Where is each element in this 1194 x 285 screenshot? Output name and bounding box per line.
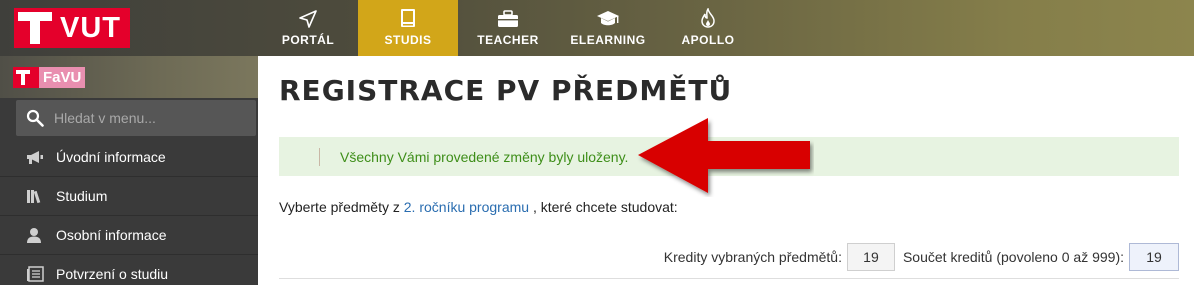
document-icon <box>26 265 46 283</box>
sidebar-item-label: Potvrzení o studiu <box>56 266 169 282</box>
nav-item-label: APOLLO <box>681 33 735 47</box>
megaphone-icon <box>26 148 46 166</box>
send-icon <box>299 6 317 28</box>
selected-credits-label: Kredity vybraných předmětů: <box>663 249 842 265</box>
graduation-cap-icon <box>596 6 620 28</box>
books-icon <box>26 187 46 205</box>
intro-after: , které chcete studovat: <box>529 199 678 215</box>
user-icon <box>26 226 46 244</box>
total-credits-label: Součet kreditů (povoleno 0 až 999): <box>902 249 1124 265</box>
sidebar-header: FaVU <box>0 56 258 98</box>
vut-t-logo-icon <box>14 8 58 48</box>
total-credits-value: 19 <box>1129 243 1179 271</box>
sidebar-item-osobni-informace[interactable]: Osobní informace <box>0 216 258 255</box>
intro-text: Vyberte předměty z 2. ročníku programu ,… <box>279 199 678 215</box>
red-arrow-annotation <box>638 118 810 193</box>
briefcase-icon <box>497 6 519 28</box>
credits-summary: Kredity vybraných předmětů: 19 Součet kr… <box>664 243 1179 271</box>
program-year-link[interactable]: 2. ročníku programu <box>404 199 529 215</box>
nav-item-label: ELEARNING <box>570 33 646 47</box>
sidebar-item-uvodni-informace[interactable]: Úvodní informace <box>0 138 258 177</box>
favu-logo-text: FaVU <box>39 67 86 88</box>
nav-item-elearning[interactable]: ELEARNING <box>558 0 658 56</box>
selected-credits-value: 19 <box>846 243 895 271</box>
sidebar-item-label: Osobní informace <box>56 227 167 243</box>
page-title: REGISTRACE PV PŘEDMĚTŮ <box>279 74 733 107</box>
sidebar-item-label: Úvodní informace <box>56 149 166 165</box>
favu-logo[interactable]: FaVU <box>13 67 86 88</box>
intro-before: Vyberte předměty z <box>279 199 404 215</box>
nav-item-portal[interactable]: PORTÁL <box>258 0 358 56</box>
main-nav: PORTÁL STUDIS TEACHER ELEARNING APOLLO <box>258 0 758 56</box>
vut-logo[interactable]: VUT <box>14 8 130 48</box>
sidebar-item-label: Studium <box>56 188 108 204</box>
sidebar-search[interactable] <box>16 100 256 136</box>
sidebar: Úvodní informace Studium Osobní informac… <box>0 98 258 285</box>
favu-t-logo-icon <box>13 67 39 88</box>
nav-item-studis[interactable]: STUDIS <box>358 0 458 56</box>
nav-item-label: PORTÁL <box>281 33 335 47</box>
book-icon <box>400 6 416 28</box>
top-bar: VUT PORTÁL STUDIS TEACHER ELEARNING APOL… <box>0 0 1194 56</box>
nav-item-label: STUDIS <box>384 33 432 47</box>
flame-icon <box>700 6 716 28</box>
search-icon <box>16 109 54 127</box>
nav-item-teacher[interactable]: TEACHER <box>458 0 558 56</box>
sidebar-menu: Úvodní informace Studium Osobní informac… <box>0 138 258 285</box>
nav-item-apollo[interactable]: APOLLO <box>658 0 758 56</box>
alert-divider <box>319 147 320 166</box>
search-input[interactable] <box>54 110 244 126</box>
divider <box>279 278 1179 279</box>
sidebar-item-studium[interactable]: Studium <box>0 177 258 216</box>
alert-message: Všechny Vámi provedené změny byly uložen… <box>340 148 629 165</box>
nav-item-label: TEACHER <box>477 33 539 47</box>
sidebar-item-potvrzeni-o-studiu[interactable]: Potvrzení o studiu <box>0 255 258 285</box>
vut-logo-text: VUT <box>60 11 121 44</box>
